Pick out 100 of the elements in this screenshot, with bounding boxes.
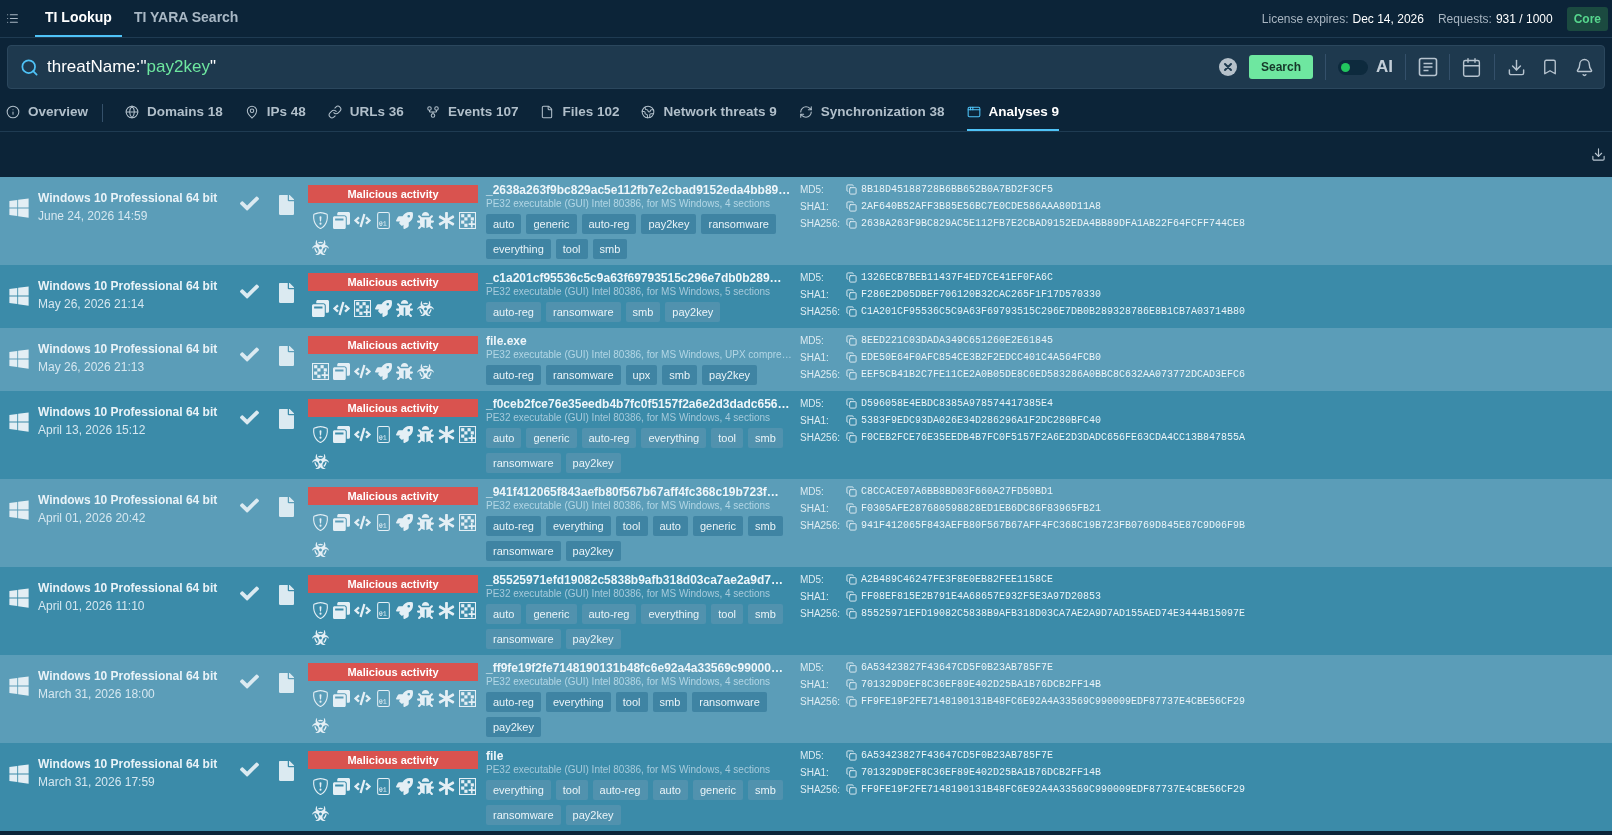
tag[interactable]: tool (711, 428, 743, 448)
tag[interactable]: upx (625, 365, 658, 385)
tag[interactable]: generic (526, 428, 577, 448)
analysis-row[interactable] (0, 328, 1612, 391)
file-name[interactable]: _85525971efd19082c5838b9afb318d03ca7ae2a9d7… (486, 573, 796, 587)
tag[interactable]: ransomware (546, 365, 621, 385)
tag[interactable]: auto (486, 428, 522, 448)
tag[interactable]: auto (486, 214, 522, 234)
tag[interactable]: tool (555, 780, 588, 800)
search-button[interactable]: Search (1248, 55, 1313, 79)
result-tab[interactable]: Files 102 (540, 95, 620, 131)
tag[interactable]: tool (615, 516, 648, 536)
search-input[interactable]: threatName:"pay2key" (47, 54, 216, 80)
tag[interactable]: auto-reg (581, 214, 637, 234)
copy-icon[interactable] (846, 591, 857, 602)
tag[interactable]: pay2key (565, 805, 621, 825)
result-tab[interactable]: URLs 36 (327, 95, 404, 131)
result-tab[interactable]: Domains 18 (125, 95, 223, 131)
analysis-row[interactable] (0, 743, 1612, 831)
ai-toggle[interactable] (1338, 59, 1368, 75)
download-icon[interactable] (1591, 147, 1606, 162)
analysis-row[interactable] (0, 265, 1612, 328)
tag[interactable]: auto-reg (486, 516, 541, 536)
tag[interactable]: smb (748, 780, 783, 800)
analysis-row[interactable] (0, 655, 1612, 743)
tag[interactable]: smb (662, 365, 698, 385)
tag[interactable]: auto-reg (486, 365, 541, 385)
copy-icon[interactable] (846, 415, 857, 426)
result-tab[interactable]: Overview (6, 95, 89, 131)
file-name[interactable]: file (486, 749, 796, 763)
list-box-icon[interactable] (1418, 57, 1438, 77)
result-tab[interactable]: IPs 48 (244, 95, 306, 131)
tag[interactable]: pay2key (565, 541, 621, 561)
tag[interactable]: everything (641, 428, 707, 448)
copy-icon[interactable] (846, 432, 857, 443)
tag[interactable]: pay2key (565, 629, 621, 649)
app-tab[interactable]: TI YARA Search (123, 0, 249, 37)
copy-icon[interactable] (846, 335, 857, 346)
file-name[interactable]: file.exe (486, 334, 796, 348)
copy-icon[interactable] (846, 218, 857, 229)
file-name[interactable]: _f0ceb2fce76e35eedb4b7fc0f5157f2a6e2d3dadc656… (486, 397, 796, 411)
file-name[interactable]: _c1a201cf95536c5c9a63f69793515c296e7db0b289… (486, 271, 796, 285)
tag[interactable]: smb (748, 516, 783, 536)
copy-icon[interactable] (846, 662, 857, 673)
copy-icon[interactable] (846, 184, 857, 195)
file-name[interactable]: _941f412065f843aefb80f567b67aff4fc368c19b723f… (486, 485, 796, 499)
notifications-icon[interactable] (1575, 57, 1594, 77)
tag[interactable]: auto-reg (486, 302, 541, 322)
tag[interactable]: everything (546, 516, 611, 536)
tag[interactable]: smb (652, 692, 688, 712)
file-name[interactable]: _ff9fe19f2fe7148190131b48fc6e92a4a33569c99000… (486, 661, 796, 675)
copy-icon[interactable] (846, 520, 857, 531)
clear-button[interactable] (1218, 58, 1237, 76)
tag[interactable]: ransomware (546, 302, 621, 322)
tag[interactable]: pay2key (641, 214, 697, 234)
tag[interactable]: generic (692, 516, 743, 536)
analysis-row[interactable] (0, 177, 1612, 265)
copy-icon[interactable] (846, 750, 857, 761)
analysis-row[interactable] (0, 479, 1612, 567)
calendar-icon[interactable] (1461, 56, 1482, 78)
tag[interactable]: ransomware (701, 214, 776, 234)
copy-icon[interactable] (846, 574, 857, 585)
copy-icon[interactable] (846, 503, 857, 514)
analysis-row[interactable] (0, 567, 1612, 655)
tag[interactable]: everything (546, 692, 611, 712)
copy-icon[interactable] (846, 784, 857, 795)
copy-icon[interactable] (846, 608, 857, 619)
tag[interactable]: everything (486, 239, 551, 259)
tag[interactable]: smb (748, 428, 783, 448)
tag[interactable]: ransomware (486, 453, 561, 473)
tag[interactable]: generic (526, 214, 577, 234)
tag[interactable]: ransomware (692, 692, 767, 712)
copy-icon[interactable] (846, 679, 857, 690)
tag[interactable]: generic (692, 780, 743, 800)
tag[interactable]: auto (486, 604, 522, 624)
tag[interactable]: auto-reg (581, 604, 637, 624)
copy-icon[interactable] (846, 272, 857, 283)
tag[interactable]: auto-reg (592, 780, 648, 800)
tag[interactable]: smb (592, 239, 628, 259)
result-tab[interactable]: Synchronization 38 (798, 95, 945, 131)
tag[interactable]: smb (625, 302, 661, 322)
tag[interactable]: pay2key (665, 302, 721, 322)
copy-icon[interactable] (846, 306, 857, 317)
tag[interactable]: auto-reg (581, 428, 637, 448)
tag[interactable]: auto (652, 516, 688, 536)
tag[interactable]: smb (748, 604, 783, 624)
file-name[interactable]: _2638a263f9bc829ac5e112fb7e2cbad9152eda4bb89… (486, 183, 796, 197)
tag[interactable]: auto (652, 780, 688, 800)
menu-icon[interactable] (6, 12, 19, 25)
copy-icon[interactable] (846, 696, 857, 707)
copy-icon[interactable] (846, 289, 857, 300)
copy-icon[interactable] (846, 398, 857, 409)
tag[interactable]: ransomware (486, 805, 561, 825)
tag[interactable]: ransomware (486, 541, 561, 561)
tag[interactable]: pay2key (486, 717, 541, 737)
download-icon[interactable] (1507, 57, 1526, 77)
tag[interactable]: pay2key (702, 365, 758, 385)
tag[interactable]: auto-reg (486, 692, 541, 712)
tag[interactable]: tool (615, 692, 648, 712)
tag[interactable]: everything (641, 604, 707, 624)
